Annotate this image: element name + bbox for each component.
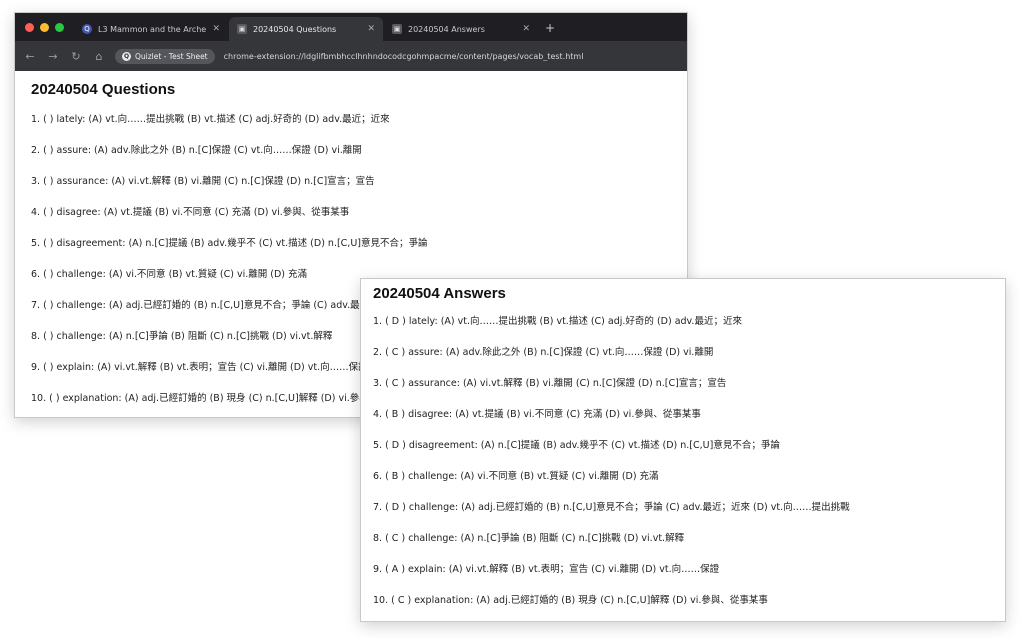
answer-item: 3. ( C ) assurance: (A) vi.vt.解釋 (B) vi.… bbox=[373, 378, 727, 389]
extension-badge[interactable]: Q Quizlet - Test Sheet bbox=[115, 48, 215, 64]
extension-page-icon: ▣ bbox=[392, 24, 402, 34]
tab-close-icon[interactable]: ✕ bbox=[522, 24, 530, 34]
reload-icon[interactable]: ↻ bbox=[69, 50, 83, 63]
quizlet-icon: Q bbox=[122, 51, 131, 61]
forward-arrow-icon[interactable]: → bbox=[46, 50, 60, 63]
answer-item: 9. ( A ) explain: (A) vi.vt.解釋 (B) vt.表明… bbox=[373, 564, 720, 575]
question-item: 3. ( ) assurance: (A) vi.vt.解釋 (B) vi.離開… bbox=[31, 176, 375, 187]
answer-item: 4. ( B ) disagree: (A) vt.提議 (B) vi.不同意 … bbox=[373, 409, 701, 420]
tab-answers[interactable]: ▣ 20240504 Answers ✕ bbox=[384, 17, 538, 41]
new-tab-button[interactable]: + bbox=[539, 21, 563, 41]
address-bar[interactable]: chrome-extension://ldglifbmbhcclhnhndoco… bbox=[224, 52, 584, 61]
tab-title: 20240504 Answers bbox=[408, 24, 485, 34]
answer-item: 10. ( C ) explanation: (A) adj.已經訂婚的 (B)… bbox=[373, 595, 768, 606]
window-controls bbox=[15, 23, 74, 41]
answer-item: 8. ( C ) challenge: (A) n.[C]爭論 (B) 阻斷 (… bbox=[373, 533, 685, 544]
tab-title: 20240504 Questions bbox=[253, 24, 337, 34]
tab-questions[interactable]: ▣ 20240504 Questions ✕ bbox=[229, 17, 383, 41]
question-item: 5. ( ) disagreement: (A) n.[C]提議 (B) adv… bbox=[31, 238, 428, 249]
answer-item: 1. ( D ) lately: (A) vt.向……提出挑戰 (B) vt.描… bbox=[373, 316, 742, 327]
minimize-window-icon[interactable] bbox=[40, 23, 49, 32]
extension-page-icon: ▣ bbox=[237, 24, 247, 34]
tab-close-icon[interactable]: ✕ bbox=[367, 24, 375, 34]
extension-badge-label: Quizlet - Test Sheet bbox=[135, 51, 208, 61]
answer-item: 7. ( D ) challenge: (A) adj.已經訂婚的 (B) n.… bbox=[373, 502, 850, 513]
question-item: 2. ( ) assure: (A) adv.除此之外 (B) n.[C]保證 … bbox=[31, 145, 362, 156]
tab-quizlet-lesson[interactable]: Q L3 Mammon and the Archer ✕ bbox=[74, 17, 228, 41]
close-window-icon[interactable] bbox=[25, 23, 34, 32]
answers-content: 20240504 Answers 1. ( D ) lately: (A) vt… bbox=[361, 279, 1005, 621]
address-toolbar: ← → ↻ ⌂ Q Quizlet - Test Sheet chrome-ex… bbox=[15, 41, 687, 71]
maximize-window-icon[interactable] bbox=[55, 23, 64, 32]
tab-bar: Q L3 Mammon and the Archer ✕ ▣ 20240504 … bbox=[15, 13, 687, 41]
question-item: 1. ( ) lately: (A) vt.向……提出挑戰 (B) vt.描述 … bbox=[31, 114, 390, 125]
answers-page-window: 20240504 Answers 1. ( D ) lately: (A) vt… bbox=[360, 278, 1006, 622]
tab-title: L3 Mammon and the Archer bbox=[98, 24, 207, 34]
question-item: 4. ( ) disagree: (A) vt.提議 (B) vi.不同意 (C… bbox=[31, 207, 350, 218]
page-title: 20240504 Questions bbox=[31, 81, 176, 98]
back-arrow-icon[interactable]: ← bbox=[23, 50, 37, 63]
answer-item: 5. ( D ) disagreement: (A) n.[C]提議 (B) a… bbox=[373, 440, 780, 451]
tab-close-icon[interactable]: ✕ bbox=[212, 24, 220, 34]
answer-item: 6. ( B ) challenge: (A) vi.不同意 (B) vt.質疑… bbox=[373, 471, 659, 482]
answer-item: 2. ( C ) assure: (A) adv.除此之外 (B) n.[C]保… bbox=[373, 347, 714, 358]
home-icon[interactable]: ⌂ bbox=[92, 50, 106, 63]
quizlet-icon: Q bbox=[82, 24, 92, 34]
page-title: 20240504 Answers bbox=[373, 285, 506, 302]
